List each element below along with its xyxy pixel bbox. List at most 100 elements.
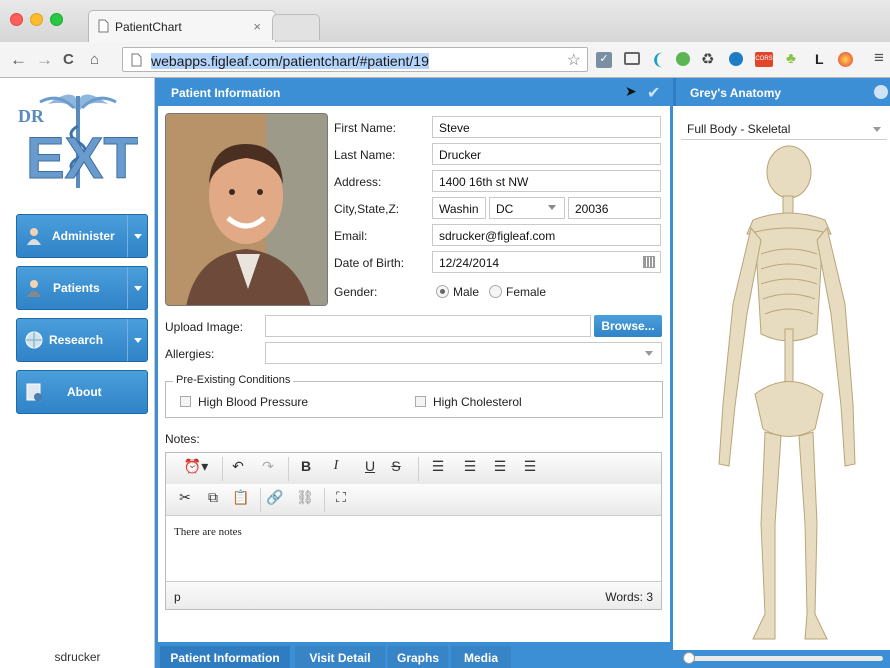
patient-panel: Patient Information ➤ ✔ First Name: Stev…	[155, 78, 673, 668]
last-name-field[interactable]: Drucker	[432, 143, 661, 165]
notes-editor: ⏰▾ ↶ ↷ B I U S ☰ ☰ ☰ ☰ ✂ ⧉ 📋 🔗 ⛓ ⛶ There…	[165, 452, 662, 610]
extension-wave-icon[interactable]: ❨	[651, 50, 664, 70]
gender-male-radio[interactable]	[436, 285, 449, 298]
underline-icon[interactable]: U	[358, 458, 382, 480]
email-field[interactable]: sdrucker@figleaf.com	[432, 224, 661, 246]
cast-icon[interactable]	[624, 52, 640, 65]
extension-color-icon[interactable]	[838, 52, 853, 67]
tab-visit-detail[interactable]: Visit Detail	[295, 646, 385, 668]
tab-patient-information[interactable]: Patient Information	[160, 646, 290, 668]
notes-label: Notes:	[165, 432, 200, 446]
extension-globe-icon[interactable]	[729, 52, 743, 66]
italic-icon[interactable]: I	[324, 458, 348, 480]
anatomy-panel: Grey's Anatomy Full Body - Skeletal	[673, 78, 890, 668]
unlink-icon[interactable]: ⛓	[294, 489, 316, 511]
minimize-window-icon[interactable]	[30, 13, 43, 26]
align-right-icon[interactable]: ☰	[488, 458, 512, 480]
forward-icon[interactable]: →	[36, 50, 53, 70]
chevron-down-icon[interactable]	[127, 319, 147, 361]
browse-button[interactable]: Browse...	[594, 315, 662, 337]
allergies-label: Allergies:	[165, 347, 215, 361]
url-host: webapps.figleaf.com	[151, 53, 279, 69]
calendar-icon[interactable]	[643, 256, 655, 268]
dob-field[interactable]: 12/24/2014	[432, 251, 661, 273]
tab-media[interactable]: Media	[451, 646, 511, 668]
sidebar-item-label: About	[67, 385, 102, 399]
android-icon[interactable]: ♣	[786, 50, 796, 67]
align-left-icon[interactable]: ☰	[426, 458, 450, 480]
reload-icon[interactable]: C	[63, 51, 74, 68]
anatomy-slider-bar	[673, 650, 890, 668]
sidebar-item-patients[interactable]: Patients	[16, 266, 148, 310]
address-field[interactable]: 1400 16th st NW	[432, 170, 661, 192]
strikethrough-icon[interactable]: S	[384, 458, 408, 480]
notes-editor-body[interactable]: There are notes	[166, 515, 661, 581]
close-window-icon[interactable]	[10, 13, 23, 26]
slider-thumb[interactable]	[683, 652, 695, 664]
extension-l-icon[interactable]: L	[815, 51, 824, 67]
gender-female-label: Female	[506, 285, 547, 299]
chevron-down-icon[interactable]	[127, 267, 147, 309]
upload-image-label: Upload Image:	[165, 320, 244, 334]
align-center-icon[interactable]: ☰	[458, 458, 482, 480]
info-document-icon	[26, 383, 42, 401]
slider-track[interactable]	[683, 656, 883, 661]
bookmark-star-icon[interactable]: ☆	[567, 50, 581, 70]
new-tab-button[interactable]	[272, 14, 320, 40]
upload-image-field[interactable]	[265, 315, 591, 337]
cursor-icon: ➤	[625, 83, 637, 99]
redo-icon[interactable]: ↷	[256, 458, 280, 480]
tab-graphs[interactable]: Graphs	[388, 646, 448, 668]
recycle-icon[interactable]: ♻	[701, 50, 714, 68]
link-icon[interactable]: 🔗	[264, 489, 286, 511]
editor-statusbar: p Words: 3	[166, 581, 661, 609]
chevron-down-icon	[548, 205, 556, 210]
browser-tab[interactable]: PatientChart ×	[88, 10, 276, 42]
sidebar-item-label: Patients	[53, 281, 100, 295]
high-cholesterol-label: High Cholesterol	[433, 395, 522, 409]
chevron-down-icon[interactable]	[127, 215, 147, 257]
high-cholesterol-checkbox[interactable]	[415, 396, 426, 407]
paste-icon[interactable]: 📋	[230, 489, 252, 511]
fullscreen-icon[interactable]: ⛶	[330, 489, 352, 511]
state-select[interactable]: DC	[489, 197, 565, 219]
page-icon	[98, 19, 109, 33]
cut-icon[interactable]: ✂	[174, 489, 196, 511]
home-icon[interactable]: ⌂	[90, 51, 99, 68]
bold-icon[interactable]: B	[294, 458, 318, 480]
zip-field[interactable]: 20036	[568, 197, 661, 219]
extension-check-icon[interactable]: ✓	[596, 52, 612, 68]
tab-close-icon[interactable]: ×	[253, 19, 261, 34]
page-icon	[131, 53, 142, 67]
undo-icon[interactable]: ↶	[226, 458, 250, 480]
sidebar-item-about[interactable]: About	[16, 370, 148, 414]
copy-icon[interactable]: ⧉	[202, 489, 224, 511]
back-icon[interactable]: ←	[10, 50, 27, 70]
state-value: DC	[496, 202, 514, 216]
menu-icon[interactable]: ≡	[874, 48, 884, 68]
element-path[interactable]: p	[174, 590, 181, 604]
panel-title: Patient Information	[171, 86, 281, 100]
gender-female-radio[interactable]	[489, 285, 502, 298]
first-name-field[interactable]: Steve	[432, 116, 661, 138]
high-blood-pressure-checkbox[interactable]	[180, 396, 191, 407]
address-bar[interactable]: webapps.figleaf.com/patientchart/#patien…	[122, 47, 588, 72]
justify-icon[interactable]: ☰	[518, 458, 542, 480]
last-name-label: Last Name:	[334, 148, 396, 162]
url-path: /patientchart/#patient/19	[278, 53, 429, 69]
logo-dr-text: DR	[18, 106, 45, 126]
editor-toolbar-row-2: ✂ ⧉ 📋 🔗 ⛓ ⛶	[166, 484, 661, 515]
sidebar-item-research[interactable]: Research	[16, 318, 148, 362]
maximize-window-icon[interactable]	[50, 13, 63, 26]
gender-male-label: Male	[453, 285, 480, 299]
city-field[interactable]: Washin	[432, 197, 486, 219]
cors-icon[interactable]: CORS	[755, 52, 773, 67]
checkmark-icon[interactable]: ✔	[647, 83, 660, 103]
anatomy-view-select[interactable]: Full Body - Skeletal	[681, 118, 887, 140]
dob-value: 12/24/2014	[439, 256, 500, 270]
expand-arrow-icon[interactable]	[874, 85, 888, 99]
alarm-clock-icon[interactable]: ⏰▾	[176, 458, 216, 480]
extension-quote-icon[interactable]	[676, 52, 690, 66]
sidebar-item-administer[interactable]: Administer	[16, 214, 148, 258]
allergies-select[interactable]	[265, 342, 662, 364]
